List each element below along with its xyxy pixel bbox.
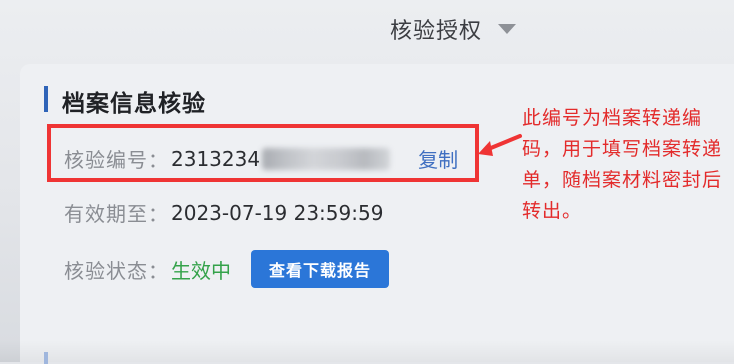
authorization-title: 核验授权 [390,19,483,44]
status-value: 生效中 [171,258,231,283]
next-section-accent-bar [44,352,48,364]
validity-row: 有效期至： 2023-07-19 23:59:59 [64,198,383,227]
section-title: 档案信息核验 [62,91,206,117]
view-download-report-button[interactable]: 查看下载报告 [251,250,389,288]
bottom-shade [0,340,734,362]
annotation-note: 此编号为档案转递编码，用于填写档案转递单，随档案材料密封后转出。 [522,107,723,222]
annotation-arrow-icon [478,134,522,156]
authorization-dropdown[interactable]: 核验授权 [390,12,517,46]
chevron-down-icon [498,24,517,34]
highlight-box [47,124,479,182]
section-accent-bar [44,86,48,112]
validity-value: 2023-07-19 23:59:59 [171,200,384,225]
validity-label: 有效期至： [64,202,169,226]
status-label: 核验状态： [64,258,169,283]
status-row: 核验状态： 生效中 查看下载报告 [64,250,389,288]
